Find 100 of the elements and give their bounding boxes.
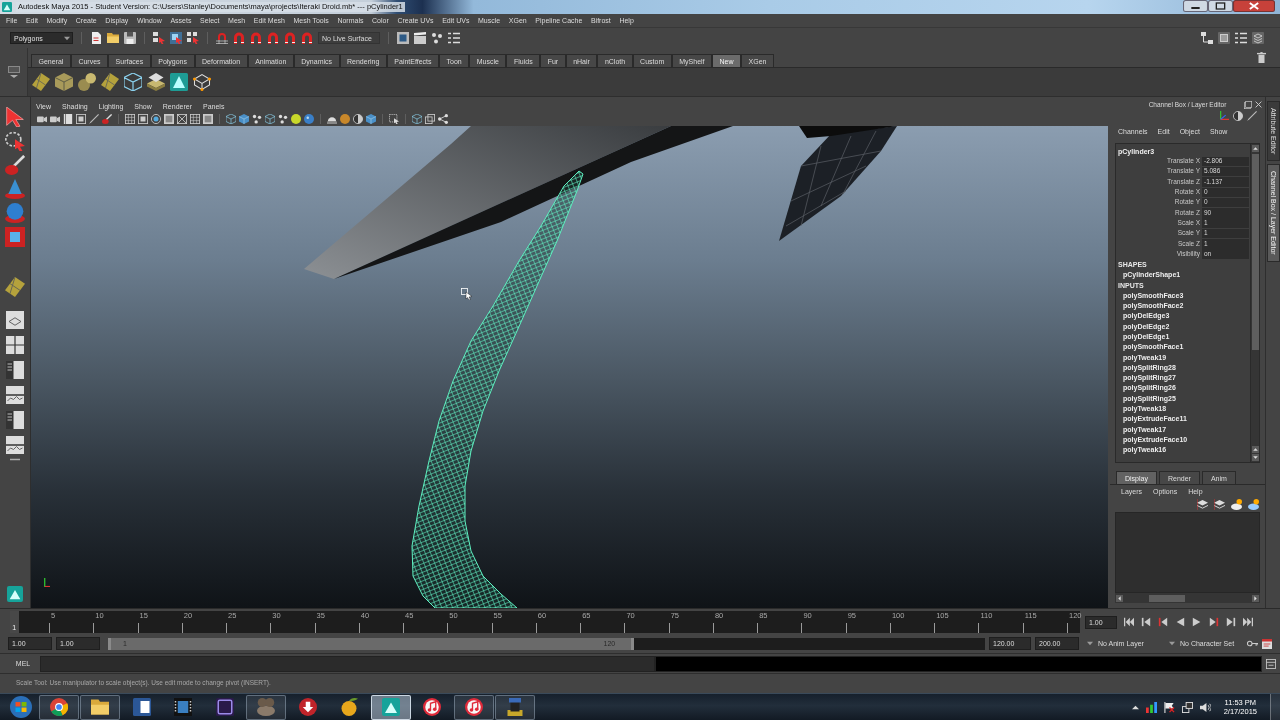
dots-icon[interactable] [278,114,288,124]
render-frame-icon[interactable] [397,32,409,44]
paintbrush-icon[interactable] [5,155,25,175]
cube-icon[interactable] [55,73,73,91]
maximize-icon[interactable] [1208,0,1233,12]
app-tile-icon[interactable] [381,698,400,716]
dome-icon[interactable] [327,114,337,124]
skip-forward-icon[interactable] [1243,617,1253,627]
object-select-icon[interactable] [170,32,182,44]
dash-icon[interactable] [10,458,20,461]
magnet-icon[interactable] [284,32,296,44]
list-icon[interactable] [448,32,460,44]
download-icon[interactable] [298,698,317,716]
paintbrush-icon[interactable] [102,114,112,124]
frame-icon[interactable] [138,114,148,124]
magnet-icon[interactable] [301,32,313,44]
new-file-icon[interactable] [90,32,102,44]
caret-icon[interactable] [1169,641,1175,646]
wire-cube-icon[interactable] [265,114,275,124]
grid-icon[interactable] [190,114,200,124]
stack-icon[interactable] [1252,32,1264,44]
plane-grid-icon[interactable] [32,73,50,91]
dots-icon[interactable] [252,114,262,124]
overlap-squares-icon[interactable] [425,114,435,124]
shelf-menu-icon[interactable] [7,66,20,78]
trash-icon[interactable] [1257,52,1266,63]
frame-icon[interactable] [76,114,86,124]
app-tile-icon[interactable] [215,698,234,716]
scroll-down-icon[interactable] [1251,454,1259,461]
wireframe-tube[interactable] [411,170,584,608]
scroll-thumb[interactable] [1251,154,1259,350]
pen-icon[interactable] [1247,111,1257,121]
camera-icon[interactable] [37,114,47,124]
cloud-sun-icon[interactable] [1231,499,1242,510]
film-icon[interactable] [174,698,192,716]
layout-icon[interactable] [6,361,24,379]
magnet-icon[interactable] [267,32,279,44]
start-orb-icon[interactable] [10,696,32,718]
3d-viewport[interactable] [31,126,1108,608]
step-back-icon[interactable] [1141,617,1151,627]
magnet-icon[interactable] [250,32,262,44]
camera-icon[interactable] [50,114,60,124]
flag-icon[interactable] [1163,701,1175,713]
music-note-icon[interactable] [423,698,441,716]
scroll-left-icon[interactable] [1116,594,1123,602]
circle-icon[interactable] [151,114,161,124]
taskbar-button[interactable] [80,694,120,720]
minimize-icon[interactable] [1183,0,1208,12]
key-icon[interactable] [1247,638,1258,649]
book-icon[interactable] [63,114,73,124]
play-icon[interactable] [1192,617,1202,627]
taskbar-button[interactable] [370,694,411,720]
folder-icon[interactable] [107,32,119,44]
taskbar-button[interactable] [495,694,535,720]
dots-icon[interactable] [431,32,443,44]
document-tile-icon[interactable] [132,698,151,716]
marquee-select-icon[interactable] [389,114,399,124]
app-tile-icon[interactable] [170,73,188,91]
caret-icon[interactable] [64,35,70,41]
float-window-icon[interactable] [1244,101,1252,109]
taskbar-button[interactable] [453,694,494,720]
cube-icon[interactable] [239,114,249,124]
speaker-icon[interactable] [1199,701,1211,713]
wire-cube-icon[interactable] [124,73,142,91]
step-forward-icon[interactable] [1226,617,1236,627]
clapboard-icon[interactable] [414,32,426,44]
close-icon[interactable] [1233,0,1275,12]
plane-grid-icon[interactable] [101,73,119,91]
ellipse-icon[interactable] [340,114,350,124]
scroll-up-icon[interactable] [1251,446,1259,453]
skip-back-icon[interactable] [1124,617,1134,627]
layout-icon[interactable] [6,411,24,429]
share-icon[interactable] [438,114,448,124]
list-icon[interactable] [1235,32,1247,44]
ball-icon[interactable] [291,114,301,124]
wire-cube-icon[interactable] [412,114,422,124]
network-icon[interactable] [1181,701,1193,713]
spheres-icon[interactable] [78,73,96,91]
plane-grid-icon[interactable] [5,277,25,297]
cloud-sun-icon[interactable] [1248,499,1259,510]
crossed-box-icon[interactable] [177,114,187,124]
fruit-icon[interactable] [340,698,358,716]
taskbar-button[interactable] [38,694,79,720]
hierarchy-select-icon[interactable] [153,32,165,44]
scroll-up-icon[interactable] [1251,145,1259,152]
app-tile-icon[interactable] [7,586,23,602]
layout-icon[interactable] [6,436,24,454]
layout-icon[interactable] [6,386,24,404]
cube-icon[interactable] [366,114,376,124]
layers-icon[interactable] [1197,499,1208,510]
caret-icon[interactable] [1087,641,1093,646]
scroll-right-icon[interactable] [1252,594,1259,602]
previous-key-icon[interactable] [1158,617,1168,627]
magnet-grid-icon[interactable] [216,32,228,44]
stacked-blocks-icon[interactable] [506,698,524,716]
half-circle-icon[interactable] [353,114,363,124]
sphere-icon[interactable] [304,114,314,124]
bar-chart-icon[interactable] [1145,701,1157,713]
panel-icon[interactable] [1218,32,1230,44]
magnet-icon[interactable] [233,32,245,44]
